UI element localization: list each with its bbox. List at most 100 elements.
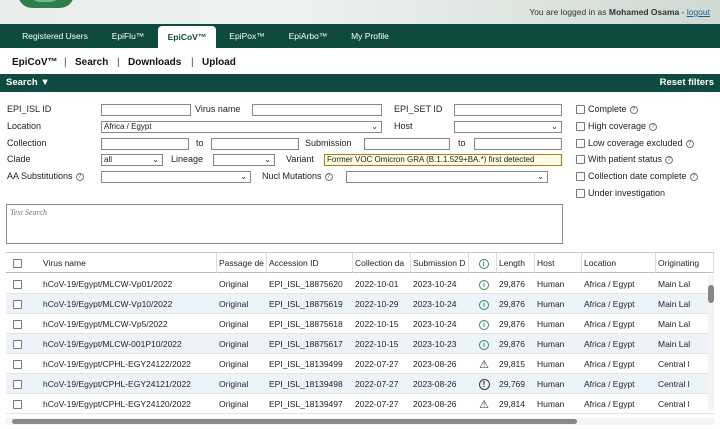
table-row[interactable]: hCoV-19/Egypt/MLCW-Vp10/2022 Original EPI_…: [6, 294, 714, 314]
row-checkbox[interactable]: [13, 340, 22, 349]
cell-accession-id[interactable]: EPI_ISL_18139497: [267, 394, 353, 414]
help-icon[interactable]: ?: [324, 172, 333, 181]
epi-set-input[interactable]: [454, 104, 562, 116]
help-icon[interactable]: ?: [75, 172, 84, 181]
collection-to-input[interactable]: [211, 138, 299, 150]
tab-epiarbo[interactable]: EpiArbo™: [278, 24, 338, 48]
complete-checkbox[interactable]: [576, 105, 585, 114]
variant-select[interactable]: Former VOC Omicron GRA (B.1.1.529+BA.*) …: [324, 154, 562, 166]
collection-date-complete-checkbox[interactable]: [576, 172, 585, 181]
under-investigation-checkbox[interactable]: [576, 189, 585, 198]
vertical-scroll-thumb[interactable]: [708, 285, 714, 303]
subnav-home[interactable]: EpiCoV™: [12, 57, 58, 68]
submission-to-input[interactable]: [474, 138, 562, 150]
tab-epiflu[interactable]: EpiFlu™: [100, 24, 156, 48]
cell-originating-lab: Central l: [658, 399, 690, 409]
cell-accession-id[interactable]: EPI_ISL_18139499: [267, 354, 353, 374]
col-flag[interactable]: i: [469, 253, 497, 273]
row-checkbox[interactable]: [13, 280, 22, 289]
reset-filters-button[interactable]: Reset filters: [660, 77, 714, 88]
virus-name-input[interactable]: [252, 104, 382, 116]
submission-from-input[interactable]: [364, 138, 450, 150]
row-checkbox[interactable]: [13, 360, 22, 369]
host-label: Host: [394, 121, 413, 131]
col-location[interactable]: Location: [582, 253, 656, 273]
col-submission-date[interactable]: Submission D: [411, 253, 469, 273]
text-search-area[interactable]: Text Search: [6, 204, 563, 244]
table-header: Virus name Passage de Accession ID Colle…: [6, 253, 714, 273]
clade-select[interactable]: all ⌄: [101, 154, 163, 166]
logout-link[interactable]: logout: [687, 7, 710, 17]
row-checkbox[interactable]: [13, 380, 22, 389]
table-row[interactable]: hCoV-19/Egypt/CPHL-EGY24120/2022 Original…: [6, 394, 714, 414]
table-row[interactable]: hCoV-19/Egypt/MLCW-001P10/2022 Original EP…: [6, 334, 714, 354]
submission-label: Submission: [305, 138, 352, 148]
col-originating[interactable]: Originating: [656, 253, 714, 273]
host-select[interactable]: ⌄: [454, 121, 562, 133]
cell-virus-name[interactable]: hCoV-19/Egypt/MLCW-Vp10/2022: [41, 294, 217, 314]
info-icon[interactable]: i: [479, 319, 489, 330]
warning-triangle-icon[interactable]: ⚠: [479, 355, 489, 374]
col-collection-date[interactable]: Collection da: [353, 253, 411, 273]
cell-virus-name[interactable]: hCoV-19/Egypt/CPHL-EGY24120/2022: [41, 394, 217, 414]
collection-label: Collection: [7, 138, 47, 148]
cell-virus-name[interactable]: hCoV-19/Egypt/CPHL-EGY24122/2022: [41, 354, 217, 374]
patient-status-checkbox[interactable]: [576, 155, 585, 164]
col-accession-id[interactable]: Accession ID: [267, 253, 353, 273]
epi-isl-label: EPI_ISL ID: [7, 104, 52, 114]
help-icon[interactable]: ?: [665, 155, 674, 164]
table-horizontal-scrollbar[interactable]: [6, 418, 714, 425]
cell-virus-name[interactable]: hCoV-19/Egypt/CPHL-EGY24121/2022: [41, 374, 217, 394]
table-row[interactable]: hCoV-19/Egypt/CPHL-EGY24122/2022 Original…: [6, 354, 714, 374]
cell-virus-name[interactable]: hCoV-19/Egypt/MLCW-Vp5/2022: [41, 314, 217, 334]
location-select[interactable]: Africa / Egypt ⌄: [101, 121, 382, 133]
table-vertical-scrollbar[interactable]: [708, 275, 714, 411]
help-icon[interactable]: ?: [649, 122, 658, 131]
row-checkbox[interactable]: [13, 300, 22, 309]
col-passage[interactable]: Passage de: [217, 253, 267, 273]
epi-isl-input[interactable]: [101, 104, 191, 116]
cell-accession-id[interactable]: EPI_ISL_18875618: [267, 314, 353, 334]
row-checkbox[interactable]: [13, 320, 22, 329]
warning-circle-icon[interactable]: !: [478, 379, 490, 391]
row-checkbox[interactable]: [13, 400, 22, 409]
collection-from-input[interactable]: [101, 138, 189, 150]
info-icon[interactable]: i: [479, 279, 489, 290]
tab-epicov[interactable]: EpiCoV™: [158, 26, 216, 48]
info-icon[interactable]: i: [479, 339, 489, 350]
lineage-select[interactable]: ⌄: [213, 154, 275, 166]
warning-triangle-icon[interactable]: ⚠: [479, 395, 489, 414]
tab-registered-users[interactable]: Registered Users: [10, 24, 100, 48]
cell-location: Africa / Egypt: [584, 379, 635, 389]
help-icon[interactable]: ?: [689, 172, 698, 181]
cell-accession-id[interactable]: EPI_ISL_18139498: [267, 374, 353, 394]
tab-my-profile[interactable]: My Profile: [340, 24, 400, 48]
help-icon[interactable]: ?: [685, 139, 694, 148]
col-host[interactable]: Host: [535, 253, 582, 273]
cell-virus-name[interactable]: hCoV-19/Egypt/MLCW-001P10/2022: [41, 334, 217, 354]
aa-substitutions-label: AA Substitutions?: [7, 171, 84, 181]
col-length[interactable]: Length: [497, 253, 535, 273]
aa-substitutions-select[interactable]: ⌄: [101, 171, 251, 183]
table-row[interactable]: hCoV-19/Egypt/MLCW-Vp5/2022 Original EPI_I…: [6, 314, 714, 334]
high-coverage-checkbox[interactable]: [576, 122, 585, 131]
nucl-mutations-select[interactable]: ⌄: [346, 171, 548, 183]
search-toggle[interactable]: Search ▼: [6, 77, 50, 88]
subnav-search[interactable]: Search: [75, 57, 108, 68]
table-row[interactable]: hCoV-19/Egypt/MLCW-Vp01/2022 Original EPI_…: [6, 274, 714, 294]
table-row[interactable]: hCoV-19/Egypt/CPHL-EGY24121/2022 Original…: [6, 374, 714, 394]
horizontal-scroll-thumb[interactable]: [12, 419, 577, 424]
cell-length: 29,769: [499, 379, 525, 389]
tab-epipox[interactable]: EpiPox™: [218, 24, 276, 48]
low-coverage-excluded-checkbox[interactable]: [576, 139, 585, 148]
cell-accession-id[interactable]: EPI_ISL_18875619: [267, 294, 353, 314]
cell-virus-name[interactable]: hCoV-19/Egypt/MLCW-Vp01/2022: [41, 274, 217, 294]
subnav-upload[interactable]: Upload: [202, 57, 236, 68]
cell-accession-id[interactable]: EPI_ISL_18875617: [267, 334, 353, 354]
select-all-checkbox[interactable]: [13, 259, 22, 268]
info-icon[interactable]: i: [479, 299, 489, 310]
subnav-downloads[interactable]: Downloads: [128, 57, 181, 68]
help-icon[interactable]: ?: [629, 105, 638, 114]
col-virus-name[interactable]: Virus name: [41, 253, 217, 273]
cell-accession-id[interactable]: EPI_ISL_18875620: [267, 274, 353, 294]
